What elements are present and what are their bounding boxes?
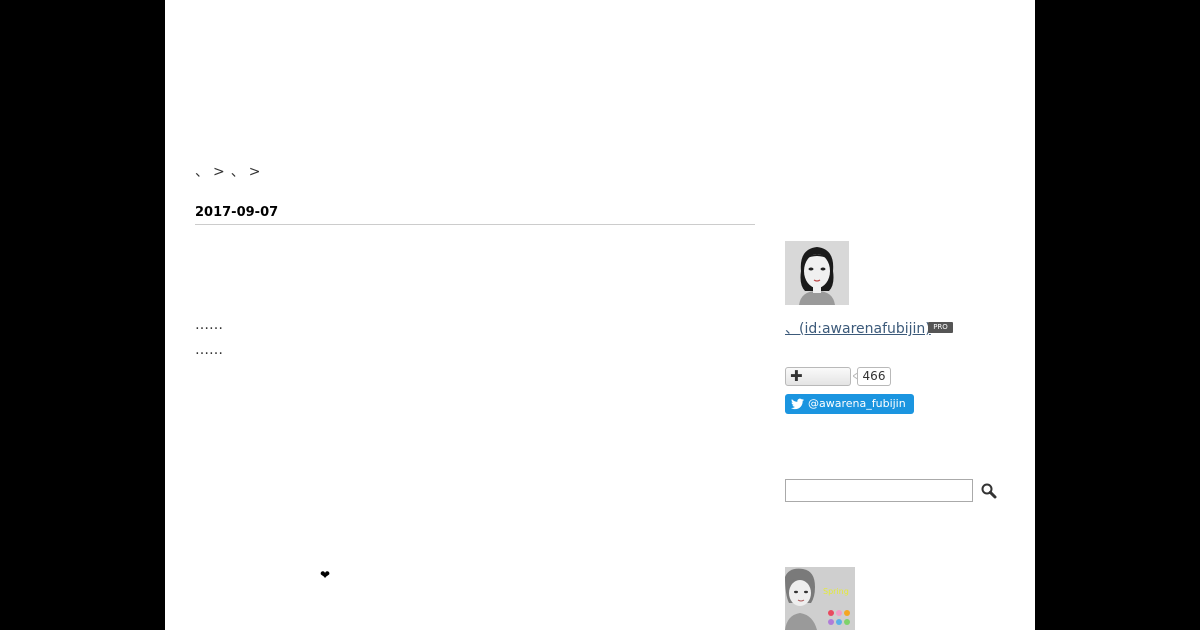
profile-avatar[interactable] xyxy=(785,241,849,305)
breadcrumb-link-2[interactable]: 、 xyxy=(231,164,245,180)
page-container: 、 >、 > 2017-09-07 …… …… ❤ 、(id:awarenafubi… xyxy=(165,0,1035,630)
entry-date[interactable]: 2017-09-07 xyxy=(195,205,755,225)
search-icon[interactable] xyxy=(980,482,998,500)
banner-illustration-icon xyxy=(785,567,855,630)
profile-name-link[interactable]: 、(id:awarenafubijin) xyxy=(785,318,931,338)
entry-text-line: …… xyxy=(195,342,223,358)
twitter-follow-label: @awarena_fubijin xyxy=(808,397,906,410)
twitter-bird-icon xyxy=(791,398,804,410)
pro-badge: PRO xyxy=(928,322,953,333)
breadcrumb-link-1[interactable]: 、 xyxy=(195,164,209,180)
search-input[interactable] xyxy=(785,479,973,502)
breadcrumb-separator: > xyxy=(248,164,261,180)
entry-text-line: …… xyxy=(195,317,223,333)
heart-icon: ❤ xyxy=(320,568,331,582)
banner-text: Spring xyxy=(823,587,849,596)
breadcrumb-separator: > xyxy=(213,164,225,180)
twitter-follow-button[interactable]: @awarena_fubijin xyxy=(785,394,914,414)
breadcrumb: 、 >、 > xyxy=(195,161,266,181)
subscribe-button[interactable]: ✚ xyxy=(785,367,851,386)
subscriber-count[interactable]: 466 xyxy=(857,367,891,386)
woman-avatar-icon xyxy=(785,241,849,305)
plus-icon: ✚ xyxy=(790,367,803,385)
spring-banner[interactable]: Spring xyxy=(785,567,855,630)
